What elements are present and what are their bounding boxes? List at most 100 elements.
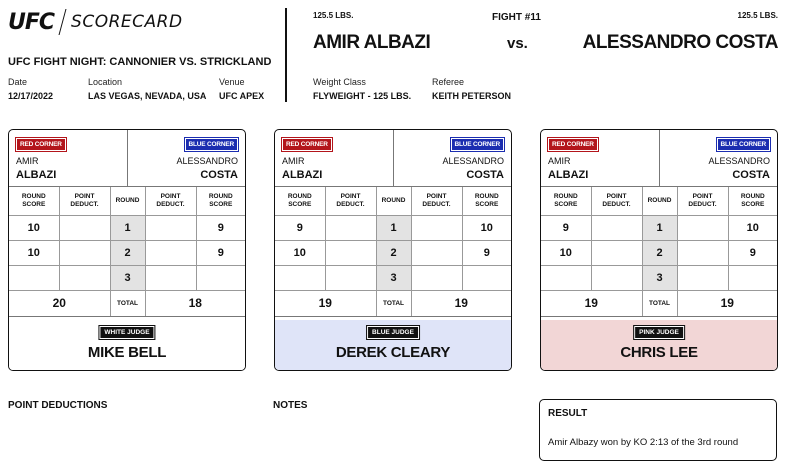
score-header-row: ROUND SCORE POINT DEDUCT. ROUND POINT DEDUC… — [9, 187, 245, 216]
red-point-deduct — [324, 239, 377, 266]
red-round-score: 9 — [275, 214, 326, 241]
venue-label: Venue — [219, 77, 245, 87]
date-value: 12/17/2022 — [8, 91, 54, 101]
round-number: 2 — [641, 239, 678, 266]
point-deductions-heading: POINT DEDUCTIONS — [8, 400, 108, 411]
blue-round-score — [195, 264, 245, 291]
judge-badge: BLUE JUDGE — [366, 325, 420, 340]
blue-round-score-header: ROUND SCORE — [727, 187, 777, 216]
blue-corner-badge: BLUE CORNER — [715, 137, 772, 152]
red-point-deduct — [58, 239, 111, 266]
blue-total: 19 — [410, 289, 511, 317]
blue-point-deduct-header: POINT DEDUCT. — [676, 187, 729, 216]
red-round-score: 10 — [9, 214, 60, 241]
judge-badge: PINK JUDGE — [633, 325, 685, 340]
judge-badge: WHITE JUDGE — [98, 325, 156, 340]
round-row: 9 1 10 — [541, 214, 777, 241]
result-box: RESULT Amir Albazy won by KO 2:13 of the… — [539, 399, 777, 461]
red-point-deduct — [58, 214, 111, 241]
round-row: 10 2 9 — [541, 239, 777, 266]
total-row: 19 TOTAL 19 — [275, 289, 511, 317]
red-total: 19 — [275, 289, 377, 317]
blue-point-deduct — [144, 214, 197, 241]
red-point-deduct-header: POINT DEDUCT. — [324, 187, 377, 216]
total-label: TOTAL — [375, 289, 412, 317]
notes-heading: NOTES — [273, 400, 308, 411]
blue-first-name: ALESSANDRO — [708, 156, 770, 166]
blue-point-deduct — [410, 264, 463, 291]
judge-scorecard: RED CORNER AMIR ALBAZI BLUE CORNER ALESS… — [8, 129, 246, 371]
judge-panel: WHITE JUDGE MIKE BELL — [9, 320, 245, 370]
score-grid: ROUND SCORE POINT DEDUCT. ROUND POINT DEDUC… — [9, 187, 245, 317]
round-row: 3 — [275, 264, 511, 291]
blue-round-score: 9 — [195, 214, 245, 241]
judge-name: DEREK CLEARY — [335, 344, 451, 361]
corner-divider — [659, 130, 660, 187]
corner-header: RED CORNER AMIR ALBAZI BLUE CORNER ALESS… — [541, 130, 777, 187]
total-row: 20 TOTAL 18 — [9, 289, 245, 317]
judge-panel: PINK JUDGE CHRIS LEE — [541, 320, 777, 370]
round-number: 1 — [375, 214, 412, 241]
referee-label: Referee — [432, 77, 465, 87]
round-number: 3 — [641, 264, 678, 291]
blue-round-score: 9 — [727, 239, 777, 266]
weight-class-value: FLYWEIGHT - 125 LBS. — [313, 91, 412, 101]
blue-round-score: 9 — [195, 239, 245, 266]
red-round-score: 10 — [541, 239, 592, 266]
red-total: 20 — [9, 289, 111, 317]
score-grid: ROUND SCORE POINT DEDUCT. ROUND POINT DEDUC… — [541, 187, 777, 317]
vs-label: vs. — [507, 35, 528, 52]
logo-text: UFC — [8, 9, 55, 35]
round-row: 10 2 9 — [275, 239, 511, 266]
red-first-name: AMIR — [548, 156, 571, 166]
blue-point-deduct — [676, 264, 729, 291]
red-point-deduct — [590, 214, 643, 241]
red-round-score — [275, 264, 326, 291]
red-point-deduct — [590, 264, 643, 291]
score-header-row: ROUND SCORE POINT DEDUCT. ROUND POINT DEDUC… — [275, 187, 511, 216]
score-grid: ROUND SCORE POINT DEDUCT. ROUND POINT DEDUC… — [275, 187, 511, 317]
result-title: RESULT — [548, 408, 588, 419]
event-name: UFC FIGHT NIGHT: CANNONIER VS. STRICKLAN… — [8, 56, 272, 68]
red-round-score — [9, 264, 60, 291]
red-round-score: 10 — [275, 239, 326, 266]
round-row: 3 — [9, 264, 245, 291]
date-label: Date — [8, 77, 28, 87]
red-point-deduct — [58, 264, 111, 291]
red-point-deduct-header: POINT DEDUCT. — [590, 187, 643, 216]
blue-round-score-header: ROUND SCORE — [195, 187, 245, 216]
blue-point-deduct — [144, 239, 197, 266]
blue-corner-badge: BLUE CORNER — [449, 137, 506, 152]
logo-subtitle: SCORECARD — [71, 12, 183, 32]
blue-round-score: 10 — [461, 214, 511, 241]
blue-round-score-header: ROUND SCORE — [461, 187, 511, 216]
round-row: 9 1 10 — [275, 214, 511, 241]
red-first-name: AMIR — [282, 156, 305, 166]
location-value: LAS VEGAS, NEVADA, USA — [88, 91, 207, 101]
score-header-row: ROUND SCORE POINT DEDUCT. ROUND POINT DEDUC… — [541, 187, 777, 216]
corner-header: RED CORNER AMIR ALBAZI BLUE CORNER ALESS… — [9, 130, 245, 187]
red-first-name: AMIR — [16, 156, 39, 166]
blue-point-deduct-header: POINT DEDUCT. — [144, 187, 197, 216]
red-fighter-name: AMIR ALBAZI — [313, 32, 431, 53]
round-number: 1 — [641, 214, 678, 241]
red-point-deduct-header: POINT DEDUCT. — [58, 187, 111, 216]
ufc-logo: UFC SCORECARD — [8, 8, 183, 36]
corner-divider — [393, 130, 394, 187]
red-round-score: 10 — [9, 239, 60, 266]
red-corner-badge: RED CORNER — [281, 137, 333, 152]
judge-panel: BLUE JUDGE DEREK CLEARY — [275, 320, 511, 370]
red-corner-badge: RED CORNER — [15, 137, 67, 152]
red-round-score-header: ROUND SCORE — [275, 187, 326, 216]
blue-point-deduct-header: POINT DEDUCT. — [410, 187, 463, 216]
blue-round-score — [727, 264, 777, 291]
round-number: 1 — [109, 214, 146, 241]
judge-scorecard: RED CORNER AMIR ALBAZI BLUE CORNER ALESS… — [540, 129, 778, 371]
round-header: ROUND — [641, 187, 678, 216]
location-label: Location — [88, 77, 123, 87]
red-point-deduct — [324, 214, 377, 241]
blue-last-name: COSTA — [200, 169, 238, 181]
blue-point-deduct — [410, 239, 463, 266]
blue-point-deduct — [676, 239, 729, 266]
red-weight: 125.5 LBS. — [313, 11, 354, 20]
